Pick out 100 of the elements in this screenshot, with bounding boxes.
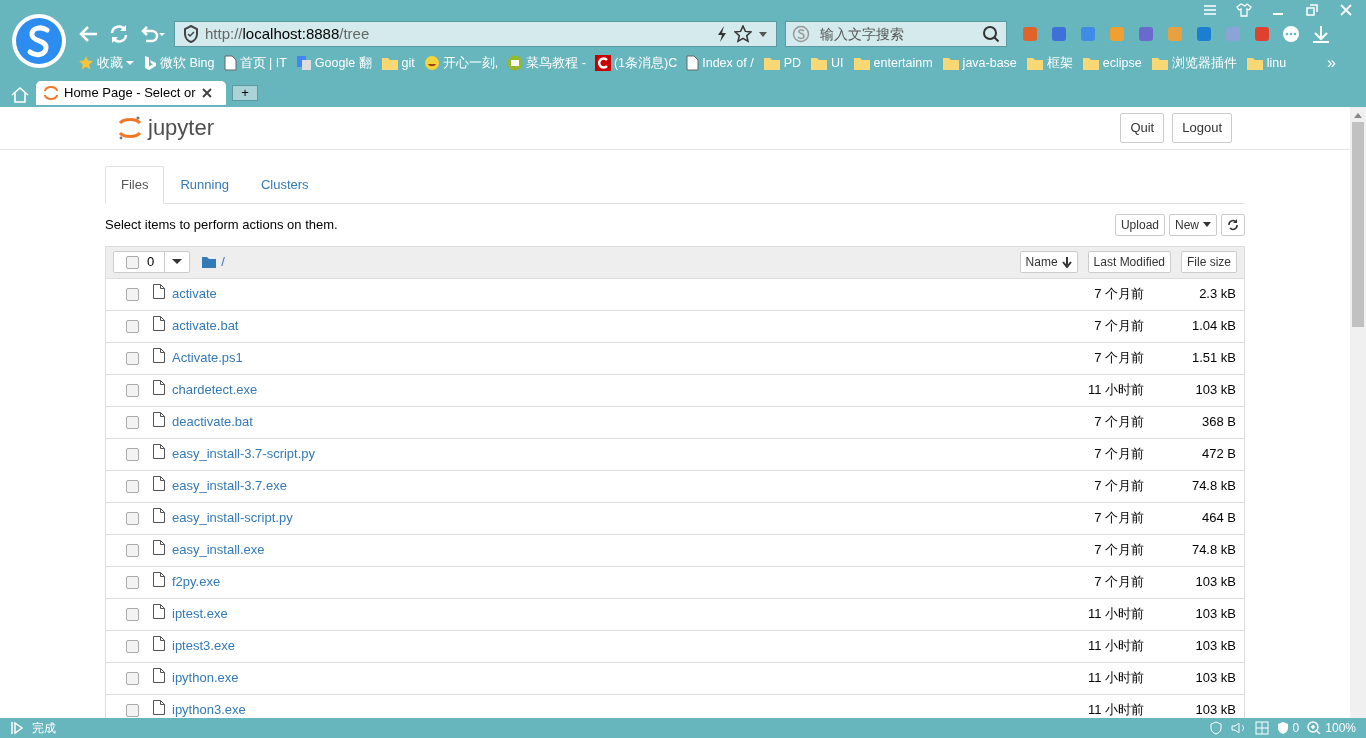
modified-time: 7 个月前 [1094, 349, 1144, 368]
bing-icon [143, 55, 157, 71]
file-link[interactable]: iptest.exe [172, 604, 228, 624]
row-checkbox[interactable] [126, 511, 139, 525]
sort-button[interactable]: File size [1181, 251, 1237, 273]
extension-icon[interactable] [1137, 25, 1155, 43]
extension-icon[interactable] [1079, 25, 1097, 43]
speaker-icon[interactable] [1230, 721, 1247, 735]
tab[interactable]: Files [105, 166, 165, 204]
tab[interactable]: Running [164, 166, 245, 204]
extension-icon[interactable] [1253, 25, 1271, 43]
refresh-icon[interactable] [108, 23, 130, 45]
file-link[interactable]: activate [172, 284, 217, 304]
file-size: 103 kB [1194, 637, 1236, 656]
scroll-up-icon[interactable] [1353, 111, 1363, 119]
home-icon[interactable] [10, 85, 30, 105]
file-link[interactable]: ipython3.exe [172, 700, 246, 718]
row-checkbox[interactable] [126, 575, 139, 589]
file-size: 103 kB [1194, 573, 1236, 592]
row-checkbox[interactable] [126, 351, 139, 365]
select-all-dropdown[interactable]: 0 [113, 251, 191, 273]
browser-logo[interactable] [11, 13, 67, 69]
down-arrow-icon [1061, 256, 1072, 268]
status-text: 完成 [32, 720, 56, 737]
header-button[interactable]: Logout [1172, 113, 1232, 143]
file-link[interactable]: iptest3.exe [172, 636, 235, 656]
folder-icon[interactable] [202, 256, 217, 268]
search-icon[interactable] [982, 25, 1000, 43]
file-link[interactable]: Activate.ps1 [172, 348, 243, 368]
select-all-checkbox[interactable] [126, 255, 139, 269]
row-checkbox[interactable] [126, 383, 139, 397]
window-icon[interactable] [1254, 721, 1269, 735]
translate-icon [295, 55, 312, 71]
file-size: 472 B [1201, 445, 1236, 464]
modified-time: 11 小时前 [1087, 701, 1144, 718]
browser-tab[interactable]: Home Page - Select or [36, 81, 226, 105]
close-icon[interactable] [201, 88, 212, 98]
modified-time: 7 个月前 [1094, 285, 1144, 304]
file-icon [153, 443, 165, 459]
upload-button[interactable]: Upload [1114, 213, 1165, 236]
modified-time: 11 小时前 [1087, 381, 1144, 400]
file-icon [153, 699, 165, 715]
jupyter-logo[interactable]: jupyter [116, 114, 215, 142]
file-link[interactable]: easy_install-script.py [172, 508, 293, 528]
shield-icon[interactable] [1208, 721, 1223, 735]
file-link[interactable]: chardetect.exe [172, 380, 258, 400]
address-bar[interactable]: http://localhost:8888/tree [174, 21, 777, 47]
row-checkbox[interactable] [126, 543, 139, 557]
file-link[interactable]: activate.bat [172, 316, 239, 336]
sidebar-toggle-icon[interactable] [10, 721, 24, 735]
row-checkbox[interactable] [126, 479, 139, 493]
page-icon [686, 55, 700, 71]
instruction-text: Select items to perform actions on them. [105, 215, 338, 234]
breadcrumb-link[interactable]: / [221, 252, 225, 272]
selected-count: 0 [147, 253, 155, 272]
file-link[interactable]: easy_install-3.7-script.py [172, 444, 316, 464]
file-link[interactable]: ipython.exe [172, 668, 239, 688]
refresh-icon [1227, 219, 1239, 232]
file-link[interactable]: easy_install-3.7.exe [172, 476, 287, 496]
file-size: 464 B [1201, 509, 1236, 528]
modified-time: 7 个月前 [1094, 445, 1144, 464]
search-field[interactable]: 输入文字搜索 [785, 21, 1007, 47]
header-button[interactable]: Quit [1120, 113, 1165, 143]
file-icon [153, 315, 165, 331]
file-icon [153, 571, 165, 587]
download-icon[interactable] [1311, 24, 1331, 44]
refresh-button[interactable] [1221, 213, 1245, 236]
restore-icon[interactable] [1304, 2, 1320, 18]
file-link[interactable]: deactivate.bat [172, 412, 253, 432]
modified-time: 11 小时前 [1087, 605, 1144, 624]
new-button[interactable]: New [1169, 213, 1217, 236]
file-icon [153, 379, 165, 395]
caret-icon [172, 259, 183, 265]
extension-icon[interactable] [1021, 25, 1039, 43]
folder-icon [380, 55, 399, 71]
row-checkbox[interactable] [126, 607, 139, 621]
sort-button[interactable]: Last Modified [1087, 251, 1171, 273]
scrollbar-thumb[interactable] [1352, 122, 1364, 327]
row-checkbox[interactable] [126, 447, 139, 461]
new-tab-button[interactable]: + [232, 85, 258, 101]
lightning-icon[interactable] [716, 25, 728, 43]
star-icon[interactable] [734, 25, 752, 43]
caret-icon [126, 58, 134, 68]
row-checkbox[interactable] [126, 639, 139, 653]
row-checkbox[interactable] [126, 287, 139, 301]
row-checkbox[interactable] [126, 703, 139, 717]
extension-icon[interactable] [1050, 25, 1068, 43]
shirt-icon[interactable] [1236, 2, 1252, 18]
file-link[interactable]: f2py.exe [172, 572, 221, 592]
row-checkbox[interactable] [126, 319, 139, 333]
menu-icon[interactable] [1202, 2, 1218, 18]
search-input[interactable]: 输入文字搜索 [818, 22, 974, 46]
extension-icon[interactable] [1195, 25, 1213, 43]
row-checkbox[interactable] [126, 415, 139, 429]
more-icon[interactable] [1282, 25, 1300, 43]
tab[interactable]: Clusters [244, 166, 325, 204]
row-checkbox[interactable] [126, 671, 139, 685]
sort-button[interactable]: Name [1019, 251, 1078, 273]
file-size: 103 kB [1194, 605, 1236, 624]
file-link[interactable]: easy_install.exe [172, 540, 265, 560]
